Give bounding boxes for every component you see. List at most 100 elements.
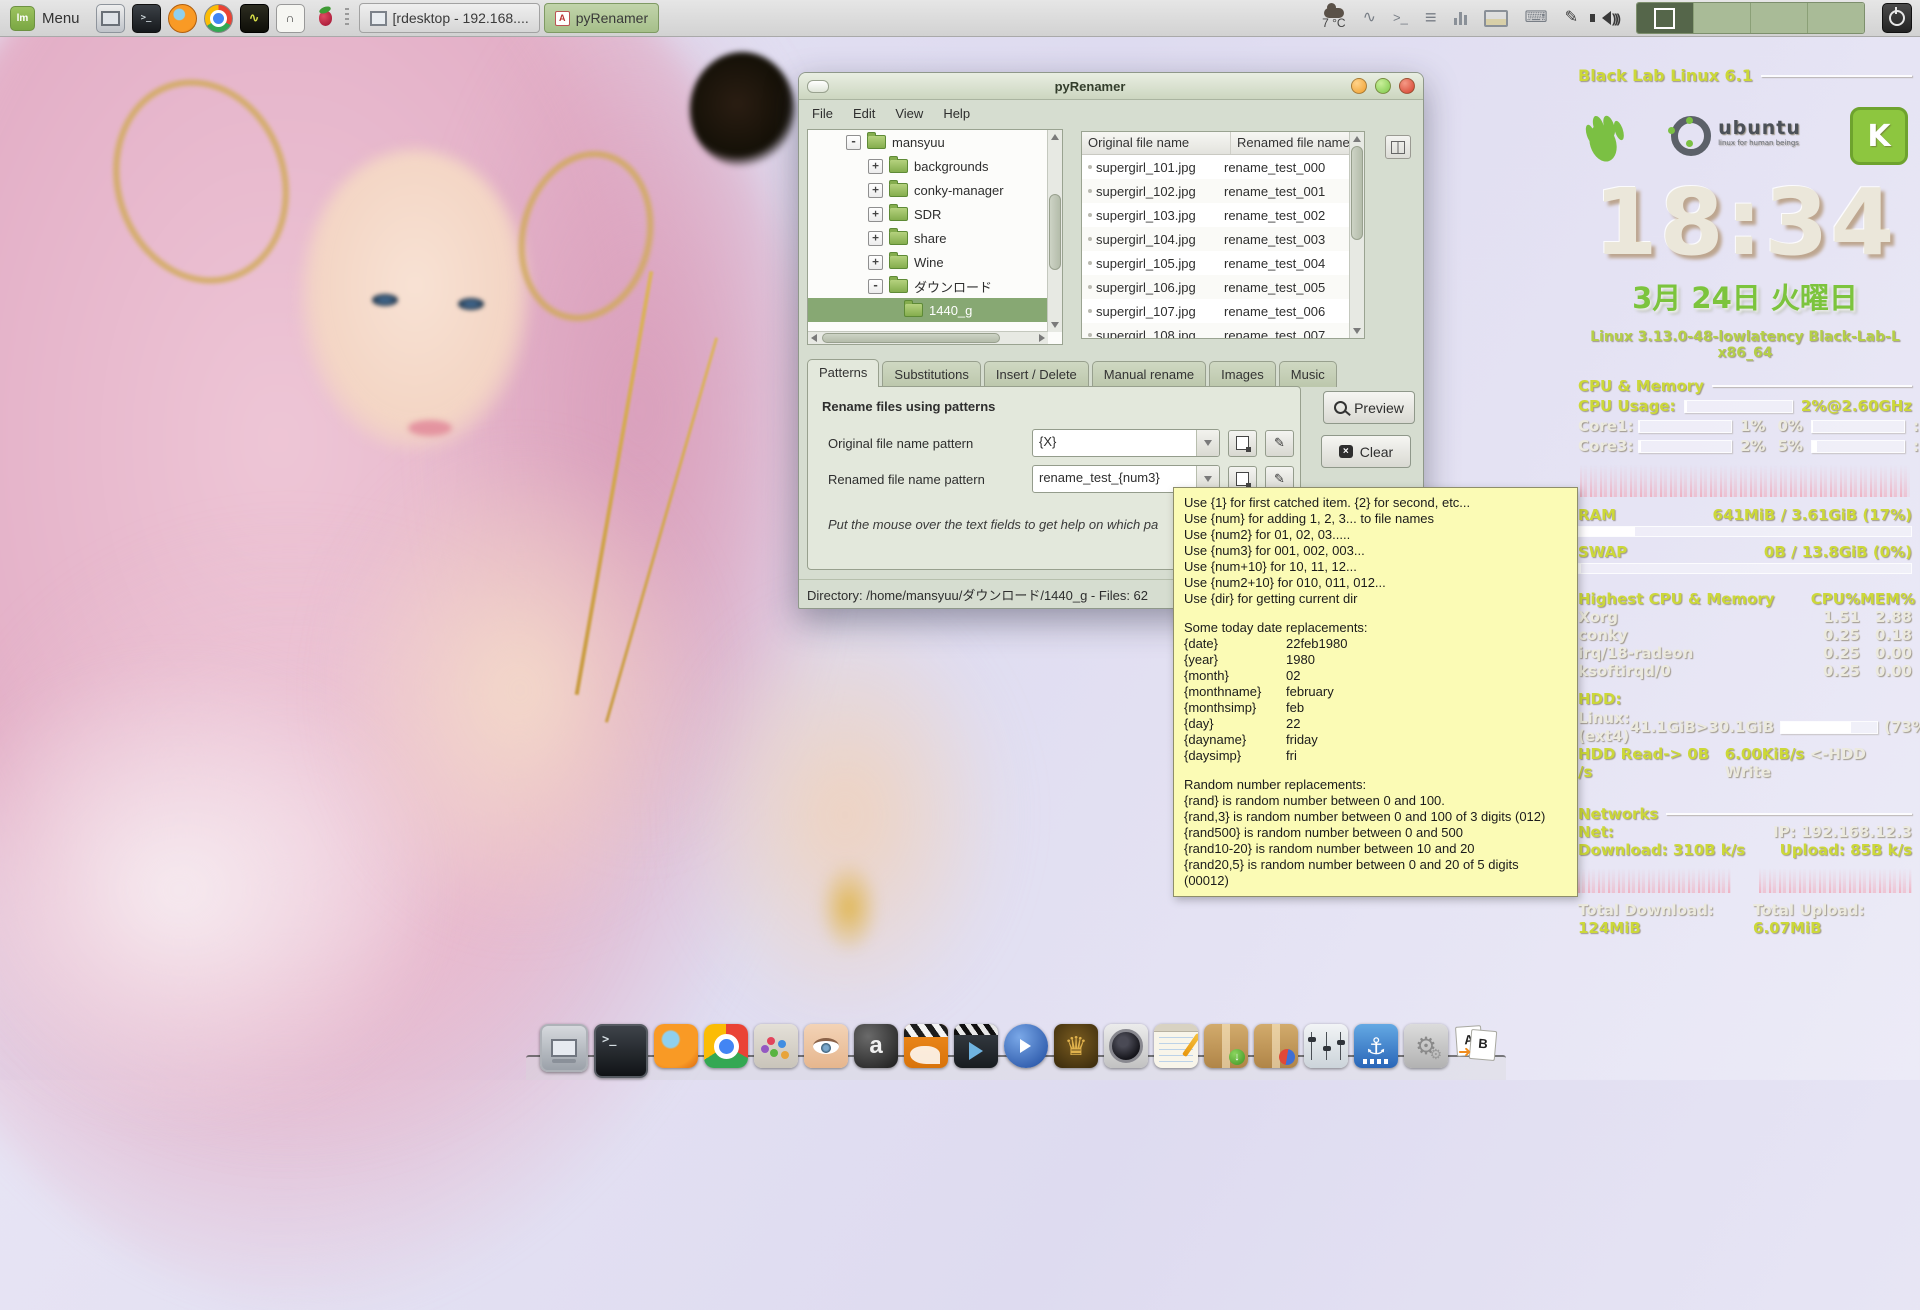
scroll-up-icon[interactable] [1353,136,1361,142]
text-editor-icon[interactable] [1154,1024,1198,1068]
menu-button[interactable]: lm Menu [0,0,90,36]
original-pattern-combo[interactable]: {X} [1032,429,1220,457]
workspace-3[interactable] [1751,3,1808,33]
tree-item-share[interactable]: + share [808,226,1048,250]
tree-item-downloads[interactable]: - ダウンロード [808,274,1048,298]
column-original[interactable]: Original file name [1082,132,1231,154]
tree-item-conky-manager[interactable]: + conky-manager [808,178,1048,202]
package-installer-icon[interactable]: ↓ [1204,1024,1248,1068]
tree-item-1440g-selected[interactable]: 1440_g [808,298,1048,322]
tab-patterns[interactable]: Patterns [807,359,879,387]
video-editor-icon[interactable] [954,1024,998,1068]
table-row[interactable]: supergirl_102.jpgrename_test_001 [1082,179,1364,203]
chrome-icon[interactable] [204,4,233,33]
pyrenamer-ab-icon[interactable]: AB➜ [1454,1024,1498,1068]
cpu-pulse-icon[interactable]: ∿ [1363,10,1376,26]
menu-edit[interactable]: Edit [844,103,884,124]
tab-images[interactable]: Images [1209,361,1276,387]
column-renamed[interactable]: Renamed file name [1231,132,1364,154]
expander-icon[interactable]: + [868,255,883,270]
expander-icon[interactable]: + [868,207,883,222]
terminal-icon[interactable]: >_ [132,4,161,33]
movie-player-icon[interactable] [1004,1024,1048,1068]
minimize-button[interactable] [1351,78,1367,94]
tree-vertical-scrollbar[interactable] [1047,130,1062,332]
workspace-2[interactable] [1694,3,1751,33]
scroll-right-icon[interactable] [1039,334,1045,342]
terminal-icon[interactable]: >_ [594,1024,648,1078]
expander-icon[interactable]: + [868,183,883,198]
tab-music[interactable]: Music [1279,361,1337,387]
workspace-4[interactable] [1808,3,1864,33]
screenshot-icon[interactable] [1484,10,1508,27]
weather-applet[interactable]: 7 °C [1322,8,1345,29]
menu-file[interactable]: File [803,103,842,124]
list-options-button[interactable] [1385,135,1411,159]
table-row[interactable]: supergirl_101.jpgrename_test_000 [1082,155,1364,179]
terminal-prompt-icon[interactable]: >_ [1393,10,1408,26]
power-button[interactable] [1882,3,1912,33]
scroll-down-icon[interactable] [1353,328,1361,334]
package-manager-icon[interactable] [1254,1024,1298,1068]
table-row[interactable]: supergirl_105.jpgrename_test_004 [1082,251,1364,275]
amarok-icon[interactable]: a [854,1024,898,1068]
docky-anchor-icon[interactable]: ⚓ [1354,1024,1398,1068]
menu-view[interactable]: View [886,103,932,124]
camera-lens-icon[interactable] [1104,1024,1148,1068]
bar-chart-icon[interactable] [1454,11,1467,25]
list-vertical-scrollbar[interactable] [1349,132,1364,338]
table-row[interactable]: supergirl_108.jpgrename_test_007 [1082,323,1364,339]
tree-item-mansyuu[interactable]: - mansyuu [808,130,1048,154]
taskbar-item-pyrenamer[interactable]: A pyRenamer [544,3,659,33]
keyboard-icon[interactable]: ⌨ [1525,10,1548,26]
tree-item-wine[interactable]: + Wine [808,250,1048,274]
firefox-icon[interactable] [168,4,197,33]
workspace-switcher[interactable] [1636,2,1865,34]
window-menu-button[interactable] [807,80,829,93]
system-gears-icon[interactable]: ⚙⚙ [1404,1024,1448,1068]
taskbar-item-rdesktop[interactable]: [rdesktop - 192.168.... [359,3,540,33]
preview-button[interactable]: Preview [1323,391,1415,424]
table-row[interactable]: supergirl_106.jpgrename_test_005 [1082,275,1364,299]
expander-icon[interactable]: - [846,135,861,150]
chrome-icon[interactable] [704,1024,748,1068]
scroll-left-icon[interactable] [811,334,817,342]
gold-crest-icon[interactable]: ♛ [1054,1024,1098,1068]
expander-icon[interactable]: + [868,231,883,246]
scroll-up-icon[interactable] [1051,134,1059,140]
gimp-icon[interactable] [754,1024,798,1068]
tree-horizontal-scrollbar[interactable] [808,331,1048,344]
titlebar[interactable]: pyRenamer [799,73,1423,100]
pattern-edit-button[interactable]: ✎ [1265,430,1294,457]
raspberry-pi-icon[interactable] [312,5,339,32]
table-row[interactable]: supergirl_103.jpgrename_test_002 [1082,203,1364,227]
tab-manual-rename[interactable]: Manual rename [1092,361,1206,387]
expander-icon[interactable]: - [868,279,883,294]
display-icon[interactable] [540,1024,588,1072]
menu-help[interactable]: Help [934,103,979,124]
stylus-icon[interactable]: ✎ [1565,10,1578,26]
volume-icon[interactable]: ))) [1595,11,1619,26]
table-row[interactable]: supergirl_104.jpgrename_test_003 [1082,227,1364,251]
scroll-down-icon[interactable] [1051,322,1059,328]
table-row[interactable]: supergirl_107.jpgrename_test_006 [1082,299,1364,323]
dropdown-button[interactable] [1196,430,1219,456]
close-button[interactable] [1399,78,1415,94]
tree-item-backgrounds[interactable]: + backgrounds [808,154,1048,178]
openshot-icon[interactable] [904,1024,948,1068]
clear-button[interactable]: × Clear [1321,435,1411,468]
tree-item-sdr[interactable]: + SDR [808,202,1048,226]
firefox-icon[interactable] [654,1024,698,1068]
eye-viewer-icon[interactable] [804,1024,848,1068]
tab-insert-delete[interactable]: Insert / Delete [984,361,1089,387]
pattern-copy-button[interactable] [1228,430,1257,457]
tab-substitutions[interactable]: Substitutions [882,361,980,387]
signal-widget-icon[interactable]: ∩ [276,4,305,33]
computer-icon[interactable] [96,4,125,33]
maximize-button[interactable] [1375,78,1391,94]
menu-lines-icon[interactable]: ≡ [1425,10,1437,26]
expander-icon[interactable]: + [868,159,883,174]
oscilloscope-icon[interactable]: ∿ [240,4,269,33]
workspace-1[interactable] [1637,3,1694,33]
audio-mixer-icon[interactable] [1304,1024,1348,1068]
